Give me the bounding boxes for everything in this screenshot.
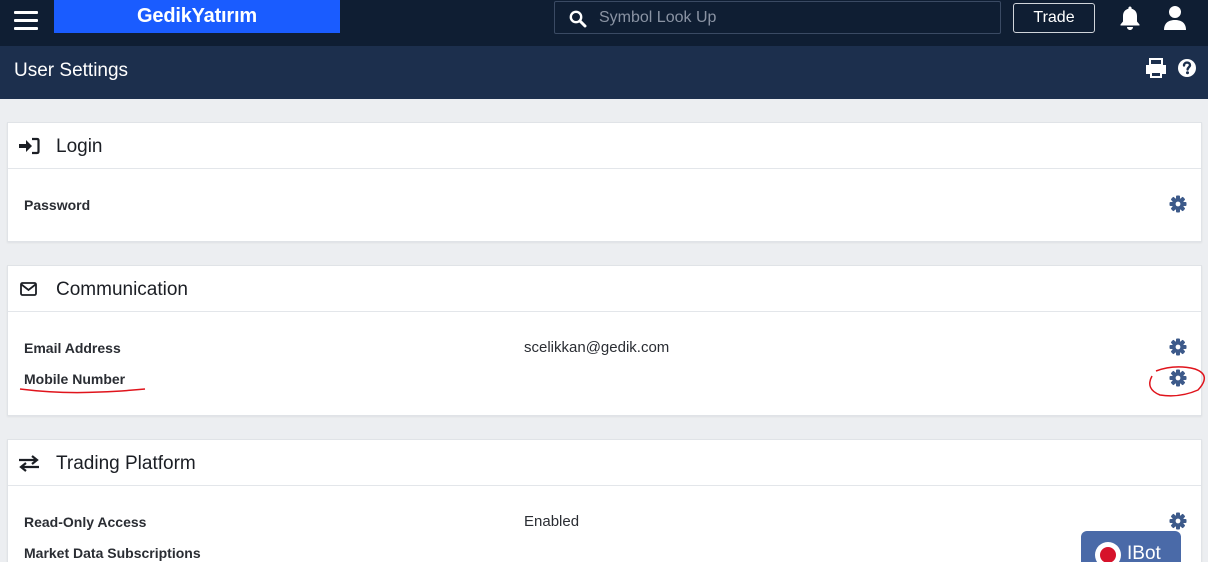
print-icon[interactable]	[1145, 58, 1167, 78]
email-address-label: Email Address	[24, 340, 121, 356]
page-title: User Settings	[14, 60, 129, 81]
password-label: Password	[24, 197, 91, 213]
mobile-number-label: Mobile Number	[24, 371, 126, 387]
sign-in-icon	[19, 137, 40, 155]
read-only-access-value: Enabled	[524, 513, 580, 530]
ibot-chat-button[interactable]: IBot	[1081, 531, 1181, 562]
user-profile-icon[interactable]	[1163, 5, 1187, 31]
page-header: User Settings	[0, 46, 1208, 99]
bell-icon[interactable]	[1119, 5, 1141, 31]
ibot-logo-icon	[1095, 542, 1121, 562]
read-only-access-row: Read-Only Access Enabled	[8, 510, 1203, 534]
email-address-row: Email Address scelikkan@gedik.com	[8, 336, 1203, 360]
symbol-search-input[interactable]	[599, 5, 989, 30]
market-data-subscriptions-row: Market Data Subscriptions	[8, 541, 1203, 562]
hamburger-menu-icon[interactable]	[14, 11, 38, 31]
read-only-access-label: Read-Only Access	[24, 514, 147, 530]
help-question-icon[interactable]	[1177, 58, 1197, 78]
read-only-settings-gear-icon[interactable]	[1169, 512, 1187, 530]
envelope-icon	[20, 282, 37, 296]
top-navigation-bar: GedikYatırım Trade	[0, 0, 1208, 46]
exchange-arrows-icon	[19, 455, 39, 472]
mobile-settings-gear-icon[interactable]	[1169, 369, 1187, 387]
login-section: Login Password	[7, 122, 1202, 242]
password-settings-gear-icon[interactable]	[1169, 195, 1187, 213]
trading-platform-section-header: Trading Platform	[8, 440, 1201, 486]
password-row: Password	[8, 193, 1203, 217]
trading-platform-section-title: Trading Platform	[56, 453, 196, 474]
symbol-search[interactable]	[554, 1, 1001, 34]
communication-section-title: Communication	[56, 279, 188, 300]
brand-logo[interactable]: GedikYatırım	[54, 0, 340, 33]
ibot-label: IBot	[1127, 543, 1161, 562]
trading-platform-section: Trading Platform Read-Only Access Enable…	[7, 439, 1202, 562]
trade-button[interactable]: Trade	[1013, 3, 1095, 33]
login-section-header: Login	[8, 123, 1201, 169]
market-data-subscriptions-label: Market Data Subscriptions	[24, 545, 201, 561]
mobile-number-row: Mobile Number	[8, 367, 1203, 391]
search-icon	[569, 10, 587, 28]
email-settings-gear-icon[interactable]	[1169, 338, 1187, 356]
login-section-title: Login	[56, 136, 103, 157]
email-address-value: scelikkan@gedik.com	[524, 339, 670, 356]
communication-section-header: Communication	[8, 266, 1201, 312]
communication-section: Communication Email Address scelikkan@ge…	[7, 265, 1202, 416]
